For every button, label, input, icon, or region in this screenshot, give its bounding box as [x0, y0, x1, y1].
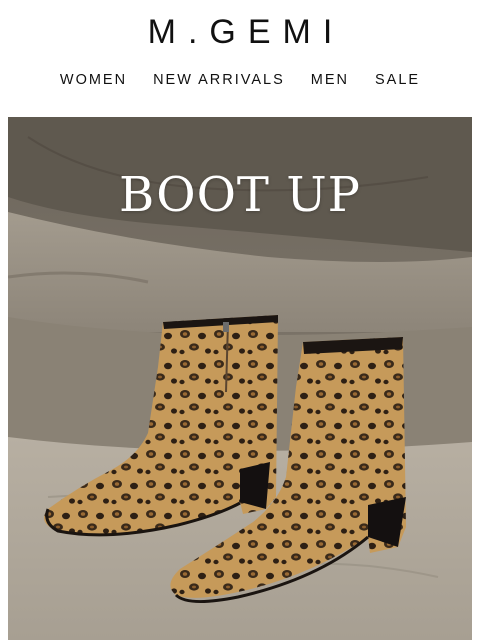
nav-item-sale[interactable]: SALE [375, 70, 420, 90]
hero-banner[interactable]: BOOT UP [8, 117, 472, 640]
brand-logo[interactable]: M.GEMI [0, 12, 480, 52]
email-header: M.GEMI WOMEN NEW ARRIVALS MEN SALE [0, 0, 480, 117]
hero-title: BOOT UP [119, 167, 361, 223]
nav-item-new-arrivals[interactable]: NEW ARRIVALS [153, 70, 285, 90]
nav-item-women[interactable]: WOMEN [60, 70, 127, 90]
nav-item-men[interactable]: MEN [311, 70, 349, 90]
main-nav: WOMEN NEW ARRIVALS MEN SALE [0, 70, 480, 90]
